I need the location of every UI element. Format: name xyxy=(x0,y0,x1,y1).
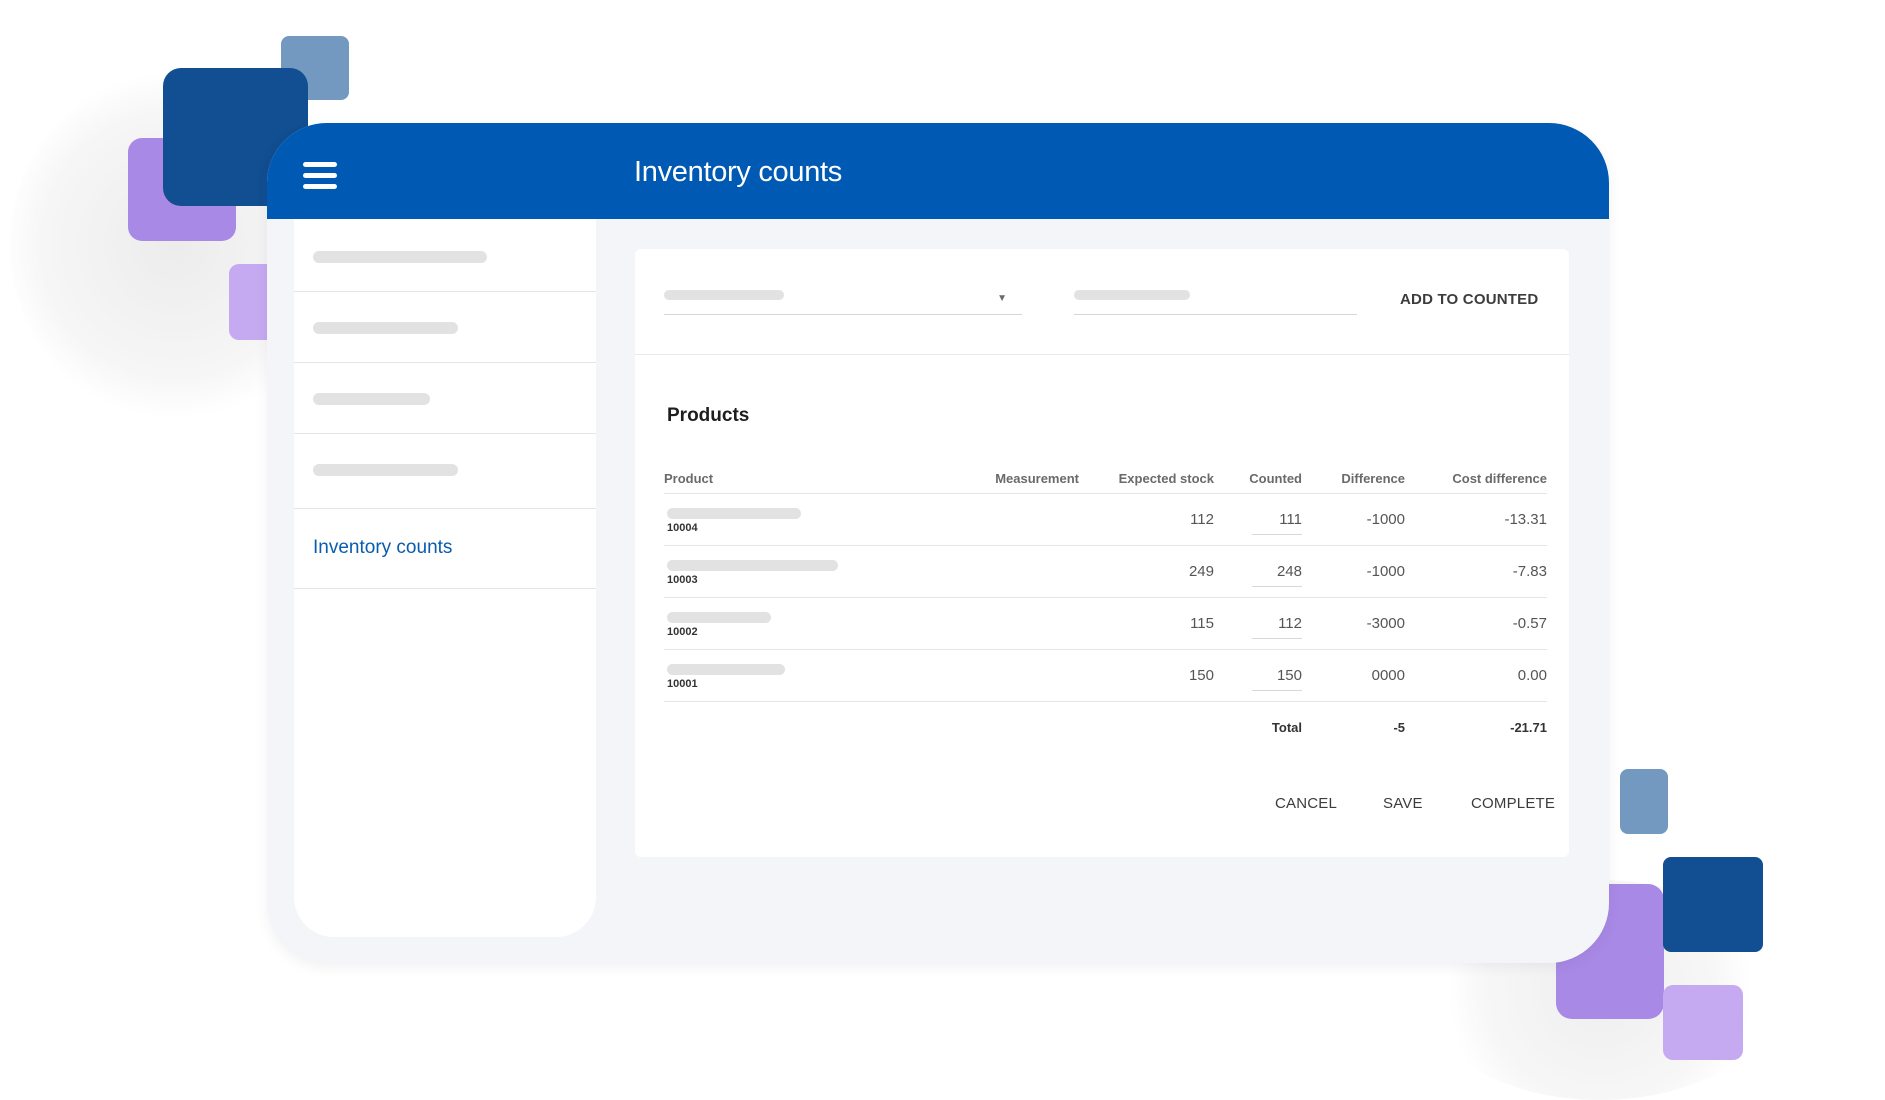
placeholder-bar xyxy=(313,322,458,334)
counted-input[interactable]: 112 xyxy=(1252,615,1302,639)
cost-difference-cell: -0.57 xyxy=(1405,597,1547,650)
product-code: 10001 xyxy=(667,677,698,690)
page-title: Inventory counts xyxy=(634,156,842,188)
counted-input[interactable]: 248 xyxy=(1252,563,1302,587)
table-header: Product Measurement Expected stock Count… xyxy=(664,463,1547,494)
placeholder-bar xyxy=(313,251,487,263)
measurement-cell xyxy=(964,649,1079,702)
decor-square xyxy=(1663,985,1743,1060)
table-row: 10004 112 111 -1000 -13.31 xyxy=(664,493,1547,546)
sidebar-item[interactable] xyxy=(294,292,596,363)
table-row: 10001 150 150 0000 0.00 xyxy=(664,649,1547,702)
total-difference: -5 xyxy=(1393,719,1405,735)
expected-stock-cell: 249 xyxy=(1079,545,1214,598)
app-window: Inventory counts Inventory counts ▼ ADD … xyxy=(267,123,1609,963)
products-table: Product Measurement Expected stock Count… xyxy=(664,463,1547,752)
sidebar-item-inventory-counts[interactable]: Inventory counts xyxy=(294,509,596,589)
sidebar-item[interactable] xyxy=(294,363,596,434)
difference-cell: -3000 xyxy=(1302,597,1405,650)
column-header: Expected stock xyxy=(1079,463,1214,494)
caret-down-icon: ▼ xyxy=(997,293,1007,304)
empty-cell xyxy=(964,702,1079,753)
difference-cell: 0000 xyxy=(1302,649,1405,702)
expected-stock-cell: 115 xyxy=(1079,597,1214,650)
placeholder-bar xyxy=(664,290,784,300)
save-button[interactable]: SAVE xyxy=(1383,795,1423,812)
placeholder-bar xyxy=(667,663,785,675)
inventory-count-card: ▼ ADD TO COUNTED Products Product Measur… xyxy=(635,249,1569,857)
column-header: Counted xyxy=(1214,463,1302,494)
counted-cell: 112 xyxy=(1214,597,1302,650)
filter-row: ▼ ADD TO COUNTED xyxy=(635,249,1569,355)
difference-cell: -1000 xyxy=(1302,493,1405,546)
table-row: 10003 249 248 -1000 -7.83 xyxy=(664,545,1547,598)
hamburger-menu-icon[interactable] xyxy=(303,162,337,190)
product-cell: 10003 xyxy=(664,545,964,598)
complete-button[interactable]: COMPLETE xyxy=(1471,795,1555,812)
counted-cell: 248 xyxy=(1214,545,1302,598)
expected-stock-cell: 112 xyxy=(1079,493,1214,546)
expected-stock-cell: 150 xyxy=(1079,649,1214,702)
placeholder-bar xyxy=(313,393,430,405)
product-code: 10002 xyxy=(667,625,698,638)
sidebar-item[interactable] xyxy=(294,219,596,292)
column-header: Cost difference xyxy=(1405,463,1547,494)
product-cell: 10001 xyxy=(664,649,964,702)
section-title: Products xyxy=(667,405,750,426)
measurement-cell xyxy=(964,493,1079,546)
search-input[interactable] xyxy=(1074,285,1357,315)
product-code: 10004 xyxy=(667,521,698,534)
column-header: Difference xyxy=(1302,463,1405,494)
empty-cell xyxy=(664,702,964,753)
table-row: 10002 115 112 -3000 -0.57 xyxy=(664,597,1547,650)
cost-difference-cell: -13.31 xyxy=(1405,493,1547,546)
placeholder-bar xyxy=(667,559,838,571)
sidebar: Inventory counts xyxy=(294,219,596,937)
decor-square xyxy=(1620,769,1668,834)
measurement-cell xyxy=(964,545,1079,598)
counted-input[interactable]: 111 xyxy=(1252,511,1302,535)
column-header: Measurement xyxy=(964,463,1079,494)
column-header: Product xyxy=(664,463,964,494)
total-cost-difference: -21.71 xyxy=(1510,719,1547,735)
cost-difference-cell: -7.83 xyxy=(1405,545,1547,598)
add-to-counted-button[interactable]: ADD TO COUNTED xyxy=(1400,291,1538,308)
cancel-button[interactable]: CANCEL xyxy=(1275,795,1337,812)
difference-cell: -1000 xyxy=(1302,545,1405,598)
app-bar: Inventory counts xyxy=(267,123,1609,219)
total-label: Total xyxy=(1271,719,1302,735)
counted-cell: 150 xyxy=(1214,649,1302,702)
sidebar-item-label: Inventory counts xyxy=(313,537,453,558)
product-code: 10003 xyxy=(667,573,698,586)
product-select[interactable]: ▼ xyxy=(664,285,1022,315)
placeholder-bar xyxy=(667,611,771,623)
placeholder-bar xyxy=(667,507,801,519)
measurement-cell xyxy=(964,597,1079,650)
total-row: Total -5 -21.71 xyxy=(664,702,1547,753)
product-cell: 10002 xyxy=(664,597,964,650)
decor-square xyxy=(1663,857,1763,952)
cost-difference-cell: 0.00 xyxy=(1405,649,1547,702)
placeholder-bar xyxy=(1074,290,1190,300)
empty-cell xyxy=(1079,702,1214,753)
placeholder-bar xyxy=(313,464,458,476)
sidebar-item[interactable] xyxy=(294,434,596,509)
counted-cell: 111 xyxy=(1214,493,1302,546)
counted-input[interactable]: 150 xyxy=(1252,667,1302,691)
product-cell: 10004 xyxy=(664,493,964,546)
